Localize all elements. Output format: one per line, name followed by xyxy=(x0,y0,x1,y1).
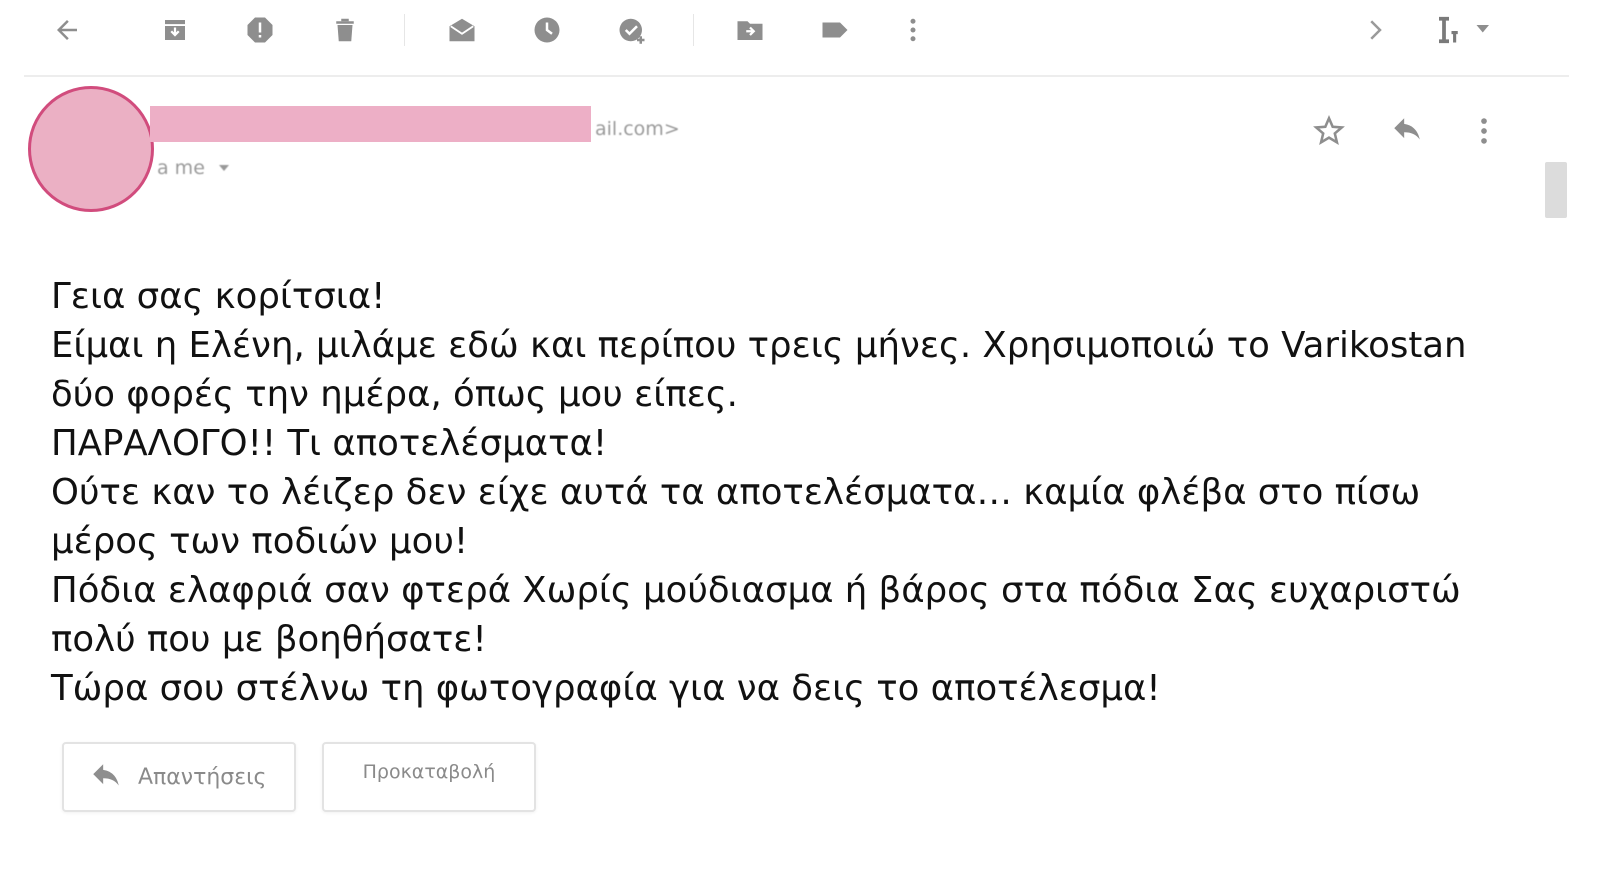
sender-name-redacted xyxy=(150,106,591,142)
forward-button-label: Προκαταβολή xyxy=(362,761,496,783)
reply-icon[interactable] xyxy=(1386,110,1428,152)
message-line: Πόδια ελαφριά σαν φτερά Χωρίς μούδιασμα … xyxy=(51,570,1461,660)
next-icon[interactable] xyxy=(1355,10,1395,50)
toolbar-separator xyxy=(693,14,694,46)
snooze-icon[interactable] xyxy=(527,10,567,50)
delete-icon[interactable] xyxy=(325,10,365,50)
message-line: Γεια σας κορίτσια! xyxy=(51,276,386,317)
toolbar xyxy=(0,0,1600,62)
labels-icon[interactable] xyxy=(815,10,855,50)
more-vert-icon[interactable] xyxy=(1463,110,1505,152)
input-tools-icon[interactable] xyxy=(1428,10,1500,50)
toolbar-separator xyxy=(404,14,405,46)
message-line: Ούτε καν το λέιζερ δεν είχε αυτά τα αποτ… xyxy=(51,472,1421,562)
chevron-down-icon[interactable] xyxy=(218,165,229,171)
more-vert-icon[interactable] xyxy=(893,10,933,50)
add-to-tasks-icon[interactable] xyxy=(612,10,652,50)
sender-email: ail.com> xyxy=(595,118,680,140)
faint-text-line xyxy=(160,211,400,217)
recipient-label: a me xyxy=(157,157,205,179)
scrollbar-thumb[interactable] xyxy=(1545,162,1567,218)
reply-button[interactable]: Απαντήσεις xyxy=(62,742,296,812)
reply-icon xyxy=(93,764,119,786)
message-line: Τώρα σου στέλνω τη φωτογραφία για να δει… xyxy=(51,668,1161,709)
recipient-line[interactable]: a me xyxy=(157,157,229,179)
message-line: Είμαι η Ελένη, μιλάμε εδώ και περίπου τρ… xyxy=(51,325,1467,415)
message-line: ΠΑΡΑΛΟΓΟ!! Τι αποτελέσματα! xyxy=(51,423,608,464)
star-icon[interactable] xyxy=(1308,110,1350,152)
sender-avatar[interactable] xyxy=(28,86,154,212)
archive-icon[interactable] xyxy=(155,10,195,50)
message-body: Γεια σας κορίτσια! Είμαι η Ελένη, μιλάμε… xyxy=(51,272,1521,713)
back-arrow-icon[interactable] xyxy=(47,10,87,50)
forward-button[interactable]: Προκαταβολή xyxy=(322,742,536,812)
mark-unread-icon[interactable] xyxy=(442,10,482,50)
reply-button-label: Απαντήσεις xyxy=(138,764,267,790)
report-spam-icon[interactable] xyxy=(240,10,280,50)
toolbar-divider xyxy=(24,75,1569,77)
move-to-icon[interactable] xyxy=(730,10,770,50)
